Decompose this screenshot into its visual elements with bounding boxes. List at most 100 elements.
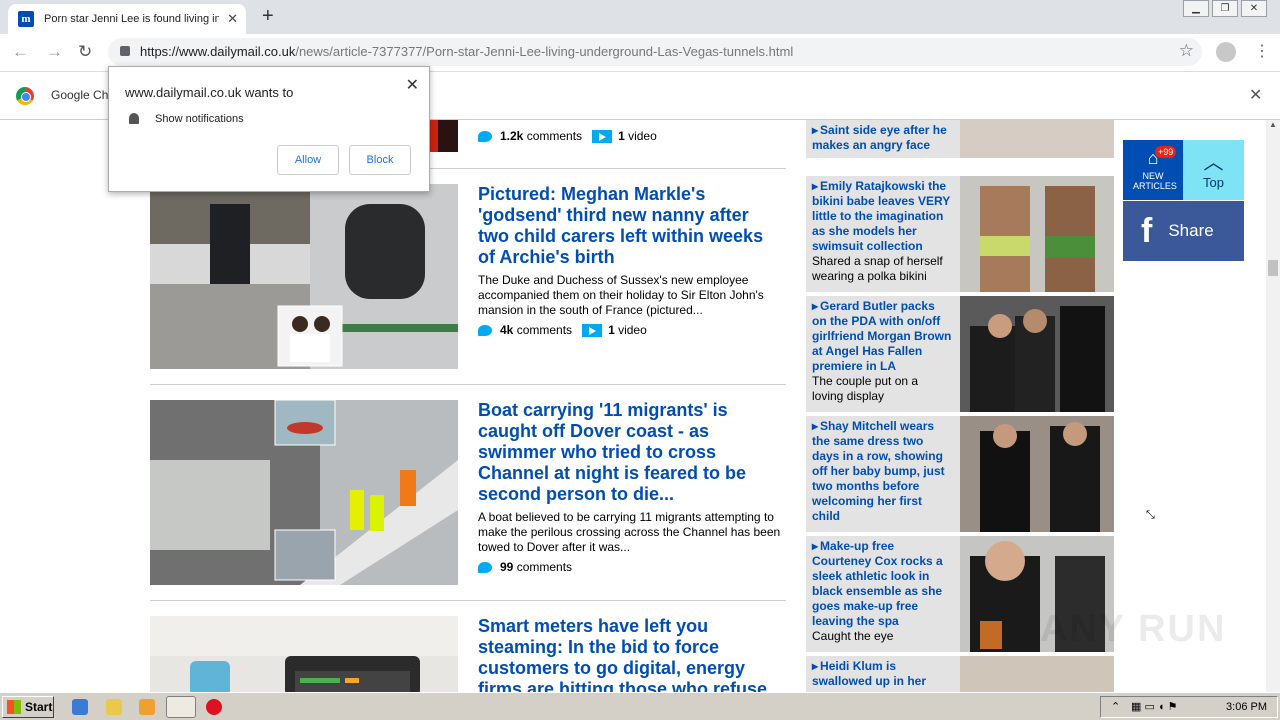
ie-icon[interactable] bbox=[72, 699, 88, 715]
sidebar-photo[interactable] bbox=[960, 120, 1114, 158]
back-icon[interactable]: ← bbox=[12, 42, 29, 62]
browser-tab[interactable]: m Porn star Jenni Lee is found living in… bbox=[8, 4, 246, 34]
sidebar-title[interactable]: Shay Mitchell wears the same dress two d… bbox=[812, 419, 945, 523]
sidebar-subtitle: Shared a snap of herself wearing a polka… bbox=[812, 254, 943, 283]
chrome-logo-icon bbox=[16, 87, 34, 105]
chrome-taskbar-button[interactable] bbox=[166, 696, 196, 718]
dover-migrants-photo bbox=[150, 400, 458, 585]
divider bbox=[150, 600, 786, 601]
video-count[interactable]: 1 bbox=[618, 129, 625, 143]
article-headline[interactable]: Pictured: Meghan Markle's 'godsend' thir… bbox=[478, 184, 778, 268]
article-thumbnail[interactable] bbox=[150, 184, 458, 369]
video-label[interactable]: video bbox=[618, 323, 647, 337]
close-window-icon[interactable]: ✕ bbox=[1241, 0, 1267, 17]
article-card: Pictured: Meghan Markle's 'godsend' thir… bbox=[150, 184, 786, 370]
new-articles-button[interactable]: ⌂ +99 NEW ARTICLES bbox=[1123, 140, 1183, 200]
video-count[interactable]: 1 bbox=[608, 323, 615, 337]
minimize-icon[interactable]: ▁ bbox=[1183, 0, 1209, 17]
url-text[interactable]: https://www.dailymail.co.uk/news/article… bbox=[140, 44, 793, 59]
new-tab-icon[interactable]: + bbox=[262, 5, 274, 28]
back-to-top-button[interactable]: ︿ Top bbox=[1183, 140, 1244, 200]
windows-logo-icon bbox=[7, 700, 21, 714]
article-card: Smart meters have left you steaming: In … bbox=[150, 616, 786, 692]
media-player-icon[interactable] bbox=[139, 699, 155, 715]
forward-icon[interactable]: → bbox=[46, 42, 63, 62]
top-label: Top bbox=[1203, 175, 1224, 190]
video-icon bbox=[592, 129, 613, 143]
comment-count[interactable]: 4k bbox=[500, 323, 513, 337]
sidebar-photo[interactable] bbox=[960, 416, 1114, 532]
article-meta: 1.2k comments 1 video bbox=[478, 129, 657, 143]
bell-icon bbox=[129, 113, 139, 124]
profile-avatar-icon[interactable] bbox=[1216, 42, 1236, 62]
start-button[interactable]: Start bbox=[2, 696, 54, 718]
reload-icon[interactable]: ↻ bbox=[78, 42, 92, 62]
clock[interactable]: 3:06 PM bbox=[1226, 701, 1267, 713]
tab-strip: m Porn star Jenni Lee is found living in… bbox=[0, 0, 1280, 34]
sidebar-item[interactable]: Gerard Butler packs on the PDA with on/o… bbox=[806, 296, 1114, 412]
comment-icon bbox=[478, 324, 492, 336]
comment-count[interactable]: 1.2k bbox=[500, 129, 523, 143]
anyrun-watermark: ANY RUN bbox=[1040, 608, 1227, 650]
sidebar-title[interactable]: Heidi Klum is swallowed up in her bbox=[812, 659, 926, 688]
facebook-icon: f bbox=[1141, 211, 1153, 250]
lock-icon[interactable] bbox=[120, 46, 130, 56]
comment-count[interactable]: 99 bbox=[500, 560, 513, 574]
screen: m Porn star Jenni Lee is found living in… bbox=[0, 0, 1280, 720]
infobar-close-icon[interactable]: ✕ bbox=[1249, 85, 1262, 105]
sidebar-subtitle: Caught the eye bbox=[812, 629, 894, 643]
article-thumbnail[interactable] bbox=[428, 120, 458, 152]
tray-expand-icon[interactable]: ⌃ bbox=[1111, 700, 1120, 713]
scroll-up-icon[interactable]: ▲ bbox=[1266, 120, 1280, 129]
page-content: 1.2k comments 1 video Pictured: Meghan M… bbox=[0, 120, 1266, 692]
sidebar-item[interactable]: Shay Mitchell wears the same dress two d… bbox=[806, 416, 1114, 532]
system-tray: ⌃ ▦ ▭ ◖ ⚑ 3:06 PM bbox=[1100, 696, 1278, 718]
article-headline[interactable]: Smart meters have left you steaming: In … bbox=[478, 616, 778, 692]
tab-close-icon[interactable]: ✕ bbox=[227, 11, 238, 27]
explorer-icon[interactable] bbox=[106, 699, 122, 715]
sidebar-photo[interactable] bbox=[960, 656, 1114, 692]
sidebar-item[interactable]: Heidi Klum is swallowed up in her bbox=[806, 656, 1114, 692]
comment-label[interactable]: comments bbox=[527, 129, 582, 143]
bookmark-star-icon[interactable]: ☆ bbox=[1179, 41, 1194, 61]
allow-button[interactable]: Allow bbox=[277, 145, 339, 175]
article-meta: 4k comments 1 video bbox=[478, 323, 647, 337]
new-articles-badge: +99 bbox=[1155, 146, 1177, 158]
sidebar-title[interactable]: Emily Ratajkowski the bikini babe leaves… bbox=[812, 179, 950, 253]
tray-icons[interactable]: ▦ ▭ ◖ ⚑ bbox=[1131, 700, 1177, 713]
sidebar-item[interactable]: Emily Ratajkowski the bikini babe leaves… bbox=[806, 176, 1114, 292]
article-card: Boat carrying '11 migrants' is caught of… bbox=[150, 400, 786, 586]
sidebar-photo[interactable] bbox=[960, 296, 1114, 412]
article-thumbnail[interactable] bbox=[150, 400, 458, 585]
popup-close-icon[interactable]: ✕ bbox=[406, 75, 419, 95]
sidebar-subtitle: The couple put on a loving display bbox=[812, 374, 919, 403]
new-articles-label: NEW ARTICLES bbox=[1133, 171, 1177, 191]
window-controls: ▁ ❐ ✕ bbox=[1180, 0, 1267, 18]
block-button[interactable]: Block bbox=[349, 145, 411, 175]
opera-icon[interactable] bbox=[206, 699, 222, 715]
windows-taskbar: Start ⌃ ▦ ▭ ◖ ⚑ 3:06 PM bbox=[0, 692, 1280, 720]
sidebar-item[interactable]: Saint side eye after he makes an angry f… bbox=[806, 120, 1114, 158]
sidebar-photo[interactable] bbox=[960, 176, 1114, 292]
video-label[interactable]: video bbox=[628, 129, 657, 143]
divider bbox=[150, 384, 786, 385]
maximize-icon[interactable]: ❐ bbox=[1212, 0, 1238, 17]
article-meta: 99 comments bbox=[478, 560, 572, 574]
more-menu-icon[interactable]: ⋮ bbox=[1254, 41, 1270, 61]
comment-label[interactable]: comments bbox=[517, 560, 572, 574]
page-scrollbar[interactable]: ▲ bbox=[1266, 120, 1280, 692]
article-headline[interactable]: Boat carrying '11 migrants' is caught of… bbox=[478, 400, 778, 505]
chevron-up-icon: ︿ bbox=[1203, 152, 1224, 174]
sidebar-title[interactable]: Make-up free Courteney Cox rocks a sleek… bbox=[812, 539, 943, 628]
cursor-icon: ⤡ bbox=[1146, 509, 1155, 521]
facebook-share-button[interactable]: f Share bbox=[1123, 201, 1244, 261]
sidebar-title[interactable]: Saint side eye after he makes an angry f… bbox=[812, 123, 947, 152]
scrollbar-thumb[interactable] bbox=[1268, 260, 1278, 276]
comment-label[interactable]: comments bbox=[517, 323, 572, 337]
article-thumbnail[interactable] bbox=[150, 616, 458, 692]
sidebar-title[interactable]: Gerard Butler packs on the PDA with on/o… bbox=[812, 299, 951, 373]
video-icon bbox=[582, 323, 603, 337]
address-bar[interactable]: https://www.dailymail.co.uk/news/article… bbox=[108, 38, 1202, 66]
tab-title: Porn star Jenni Lee is found living in bbox=[44, 13, 219, 25]
article-excerpt: A boat believed to be carrying 11 migran… bbox=[478, 510, 781, 554]
